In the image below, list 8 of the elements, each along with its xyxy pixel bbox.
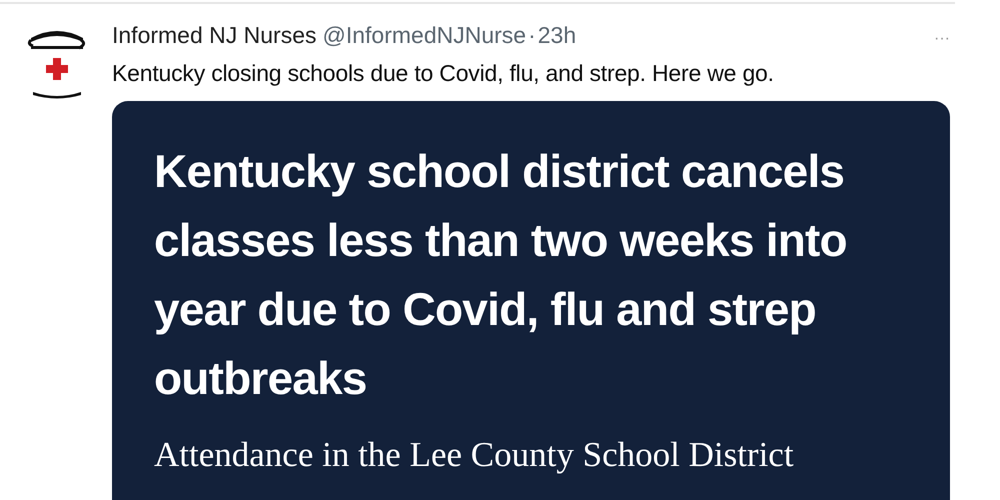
article-headline: Kentucky school district cancels classes less than two weeks into year due to Covid, flu and strep outbreaks [154,144,848,406]
separator-dot: · [528,22,536,49]
tweet-text: Kentucky closing schools due to Covid, flu, and strep. Here we go. [112,60,775,87]
article-summary: Attendance in the Lee County School District [154,435,795,475]
tweet-time[interactable]: 23h [538,22,576,49]
article-card[interactable]: Kentucky school district cancels classes less than two weeks into year due to Covid, flu and strep outbreaks Attendance in the Lee County School District [112,101,950,500]
author-handle[interactable]: @InformedNJNurse [322,22,526,49]
author-name[interactable]: Informed NJ Nurses [112,22,317,49]
